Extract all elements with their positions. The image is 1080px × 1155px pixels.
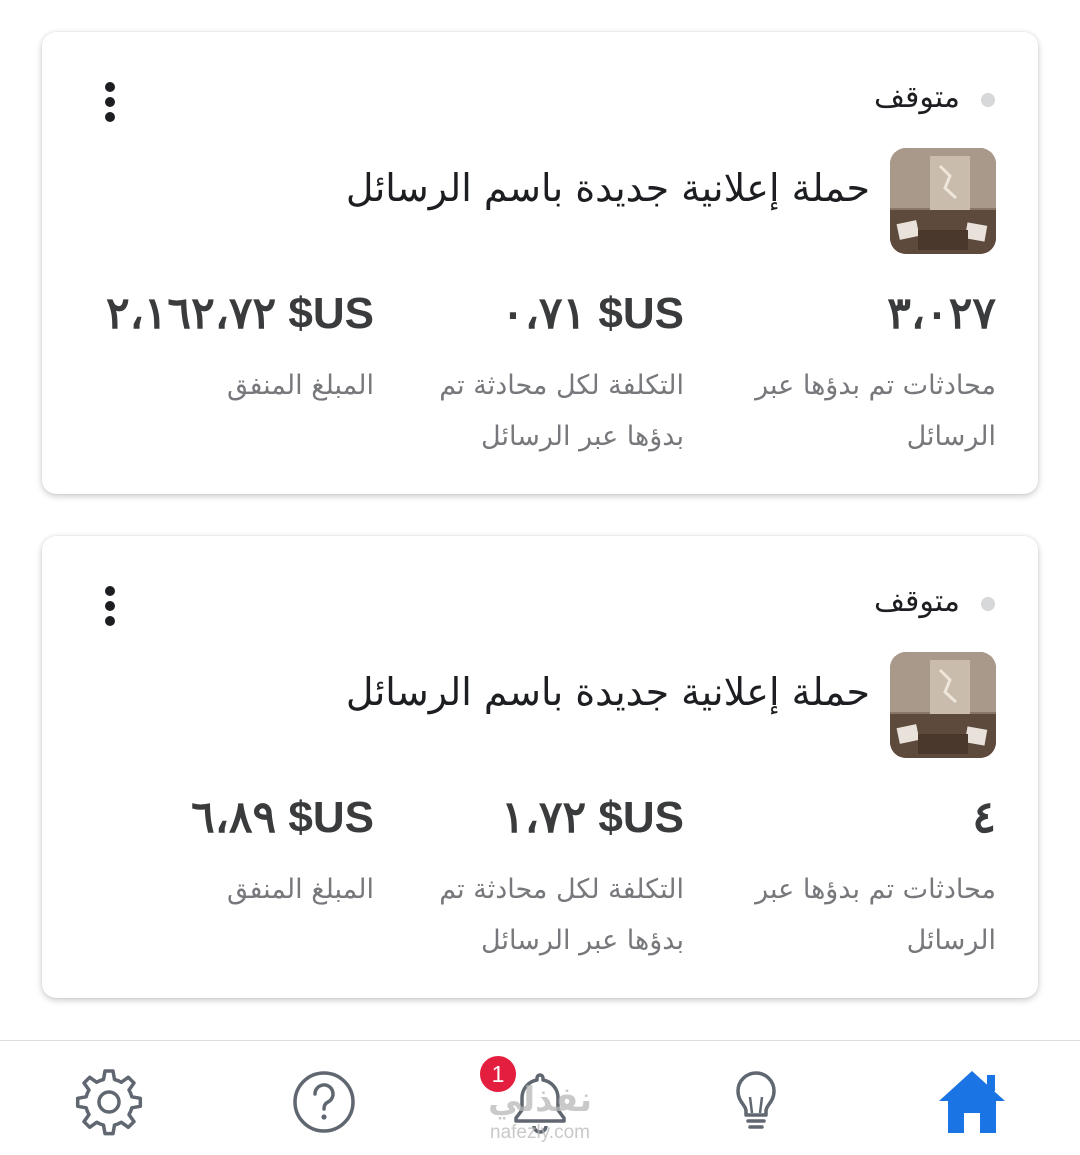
more-options-icon[interactable] bbox=[100, 586, 120, 626]
metric-label: المبلغ المنفق bbox=[226, 874, 374, 905]
metric-value: ٤ bbox=[972, 793, 996, 842]
metric-label: التكلفة لكل محادثة تم بدؤها عبر الرسائل bbox=[439, 370, 684, 452]
watermark-url: nafezly.com bbox=[490, 1122, 590, 1143]
metric-label: محادثات تم بدؤها عبر الرسائل bbox=[755, 370, 996, 452]
metric-conversations: ٤ محادثات تم بدؤها عبر الرسائل bbox=[706, 788, 996, 966]
metric-value: ٣،٠٢٧ bbox=[887, 289, 996, 338]
metric-value: US$ ٦،٨٩ bbox=[191, 793, 374, 842]
campaign-status: متوقف bbox=[873, 584, 960, 619]
metric-cost-per-conversation: US$ ٠،٧١ التكلفة لكل محادثة تم بدؤها عبر… bbox=[394, 284, 684, 462]
campaign-name[interactable]: حملة إعلانية جديدة باسم الرسائل bbox=[346, 670, 870, 714]
metric-cost-per-conversation: US$ ١،٧٢ التكلفة لكل محادثة تم بدؤها عبر… bbox=[394, 788, 684, 966]
help-icon[interactable] bbox=[287, 1065, 361, 1139]
metric-value: US$ ٢،١٦٢،٧٢ bbox=[105, 289, 374, 338]
metric-amount-spent: US$ ٦،٨٩ المبلغ المنفق bbox=[84, 788, 374, 915]
watermark: نفذلي nafezly.com bbox=[470, 1078, 610, 1144]
campaign-name[interactable]: حملة إعلانية جديدة باسم الرسائل bbox=[346, 166, 870, 210]
status-dot bbox=[981, 597, 995, 611]
status-dot bbox=[981, 93, 995, 107]
lightbulb-icon[interactable] bbox=[719, 1065, 793, 1139]
metric-value: US$ ١،٧٢ bbox=[501, 793, 684, 842]
metric-amount-spent: US$ ٢،١٦٢،٧٢ المبلغ المنفق bbox=[84, 284, 374, 411]
home-icon[interactable] bbox=[935, 1065, 1009, 1139]
more-options-icon[interactable] bbox=[100, 82, 120, 122]
watermark-logo: نفذلي bbox=[487, 1080, 593, 1120]
campaign-card[interactable]: متوقف حملة إعلانية جديدة باسم الرسائل ٤ … bbox=[42, 536, 1038, 998]
metric-value: US$ ٠،٧١ bbox=[501, 289, 684, 338]
metric-label: التكلفة لكل محادثة تم بدؤها عبر الرسائل bbox=[439, 874, 684, 956]
campaign-thumbnail bbox=[890, 148, 996, 254]
metric-conversations: ٣،٠٢٧ محادثات تم بدؤها عبر الرسائل bbox=[706, 284, 996, 462]
settings-icon[interactable] bbox=[72, 1065, 146, 1139]
metric-label: المبلغ المنفق bbox=[226, 370, 374, 401]
campaign-thumbnail bbox=[890, 652, 996, 758]
campaign-card[interactable]: متوقف حملة إعلانية جديدة باسم الرسائل ٣،… bbox=[42, 32, 1038, 494]
campaign-status: متوقف bbox=[873, 80, 960, 115]
metric-label: محادثات تم بدؤها عبر الرسائل bbox=[755, 874, 996, 956]
